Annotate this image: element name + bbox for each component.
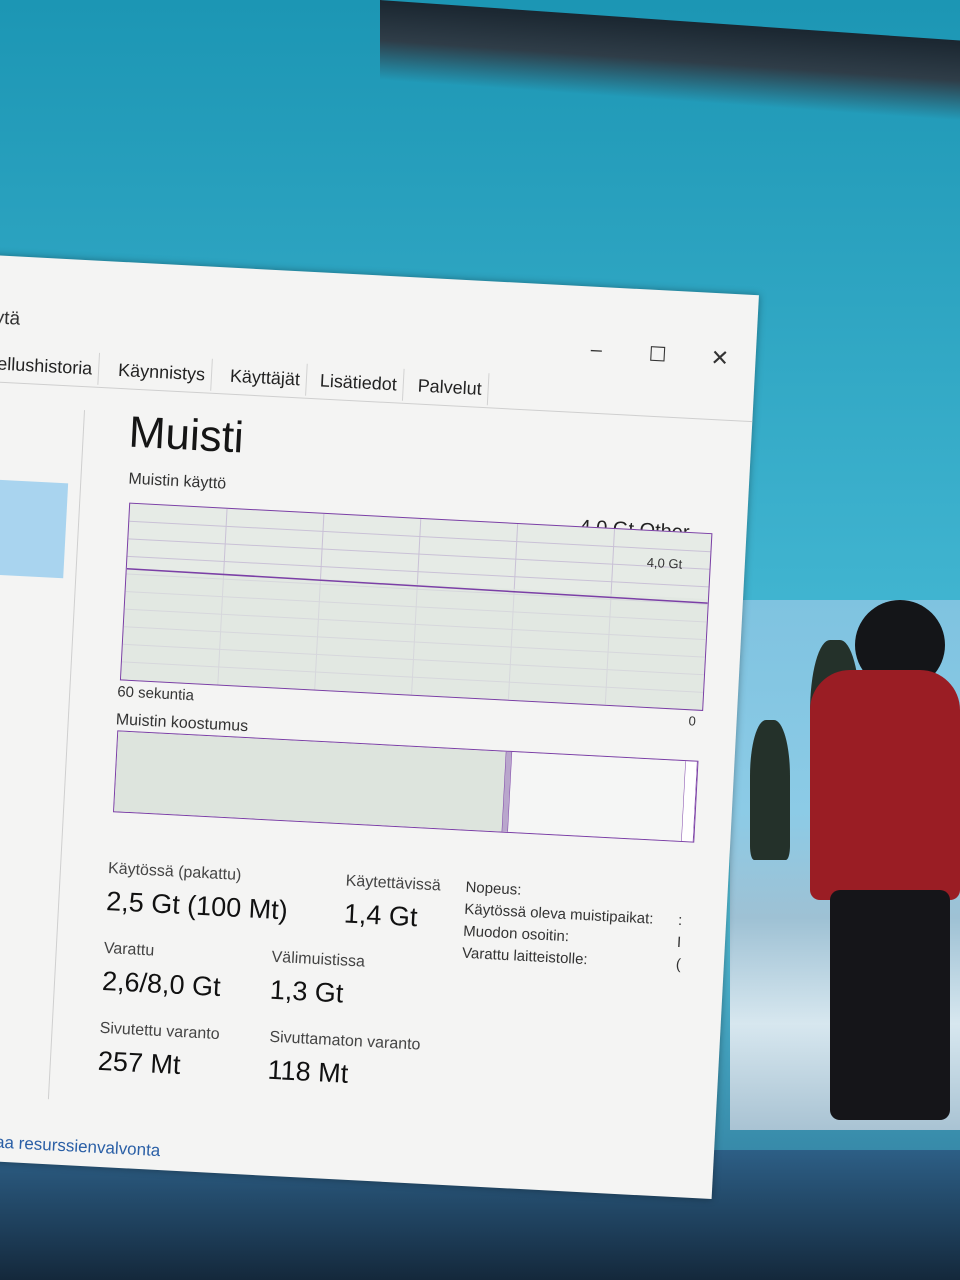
person-legs	[830, 890, 950, 1120]
composition-in-use	[114, 731, 507, 832]
in-use-value: 2,5 Gt (100 Mt)	[105, 885, 289, 926]
tab-details[interactable]: Lisätiedot	[313, 364, 405, 401]
in-use-label: Käytössä (pakattu)	[107, 860, 242, 884]
graph-time-label: 60 sekuntia	[116, 683, 195, 705]
graph-max-label: 4,0 Gt	[646, 554, 683, 572]
memory-usage-graph	[119, 502, 713, 711]
tab-app-history[interactable]: vellushistoria	[0, 346, 101, 385]
wallpaper-person	[800, 600, 960, 1120]
task-manager-window: ytä – ☐ ✕ vellushistoria Käynnistys Käyt…	[0, 255, 759, 1200]
speed-label: Nopeus:	[465, 878, 522, 899]
window-title: ytä	[0, 307, 21, 330]
available-value: 1,4 Gt	[343, 898, 419, 933]
paged-pool-value: 257 Mt	[97, 1045, 182, 1081]
composition-standby	[507, 752, 686, 842]
committed-value: 2,6/8,0 Gt	[101, 965, 222, 1003]
graph-gridline	[128, 538, 710, 570]
composition-svg	[114, 731, 698, 842]
slots-used-value: :	[677, 911, 683, 930]
sidebar-item-memory[interactable]	[0, 478, 69, 579]
close-button[interactable]: ✕	[710, 345, 730, 372]
paged-pool-label: Sivutettu varanto	[99, 1019, 221, 1044]
maximize-button[interactable]: ☐	[648, 342, 667, 368]
tab-bar: vellushistoria Käynnistys Käyttäjät Lisä…	[0, 342, 755, 423]
hardware-reserved-label: Varattu laitteistolle:	[461, 944, 589, 969]
hardware-reserved-value: (	[675, 955, 682, 974]
available-label: Käytettävissä	[345, 872, 442, 895]
committed-label: Varattu	[103, 939, 155, 960]
nonpaged-pool-label: Sivuttamaton varanto	[269, 1028, 421, 1054]
graph-zero-label: 0	[688, 713, 697, 729]
open-resource-monitor-link[interactable]: Avaa resurssienvalvonta	[0, 1131, 161, 1161]
form-factor-label: Muodon osoitin:	[462, 922, 570, 946]
minimize-button[interactable]: –	[590, 339, 602, 363]
usage-graph-label: Muistin käyttö	[128, 470, 227, 493]
wallpaper-tree	[750, 720, 790, 860]
tab-services[interactable]: Palvelut	[410, 369, 490, 406]
tab-users[interactable]: Käyttäjät	[223, 359, 308, 396]
nonpaged-pool-value: 118 Mt	[266, 1054, 349, 1089]
page-title: Muisti	[127, 407, 245, 463]
cached-label: Välimuistissa	[271, 948, 366, 971]
usage-area	[120, 568, 708, 710]
memory-composition-bar	[113, 730, 699, 843]
form-factor-value: I	[676, 933, 682, 952]
usage-graph-svg	[120, 508, 711, 710]
tab-startup[interactable]: Käynnistys	[111, 353, 213, 391]
cached-value: 1,3 Gt	[269, 974, 345, 1009]
monitor-bezel	[380, 0, 960, 121]
person-torso	[810, 670, 960, 900]
